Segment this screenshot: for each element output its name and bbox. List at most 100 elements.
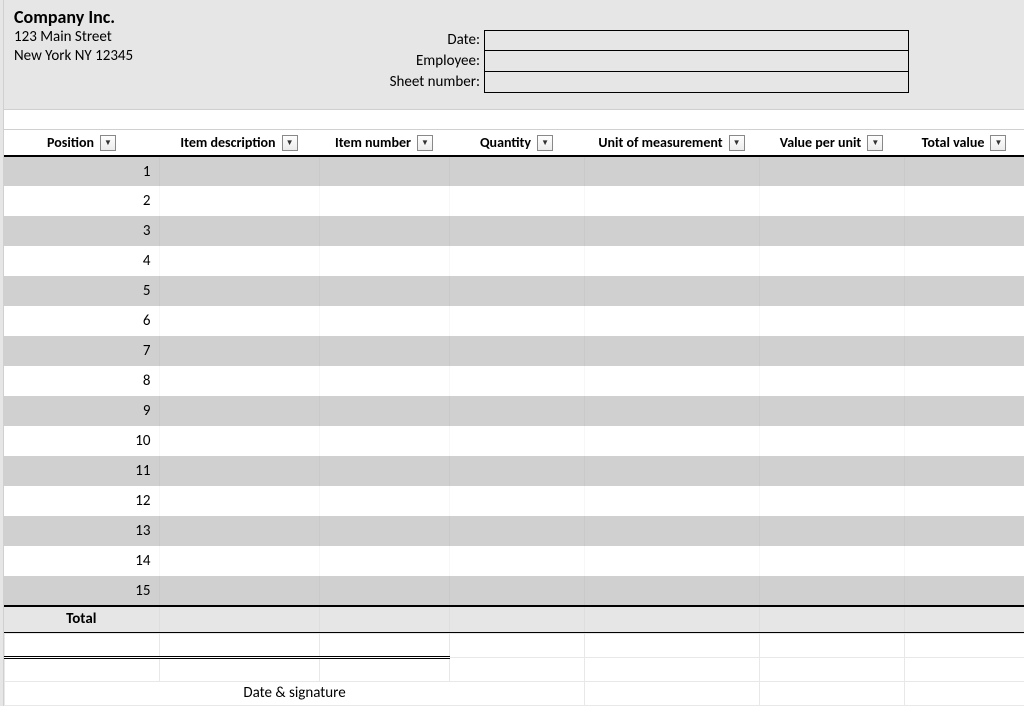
position-cell[interactable]: 4 [4, 246, 159, 276]
total-cell[interactable] [319, 606, 449, 632]
position-cell[interactable]: 5 [4, 276, 159, 306]
data-cell[interactable] [584, 516, 759, 546]
data-cell[interactable] [159, 156, 319, 186]
data-cell[interactable] [319, 306, 449, 336]
data-cell[interactable] [584, 366, 759, 396]
data-cell[interactable] [584, 456, 759, 486]
data-cell[interactable] [319, 546, 449, 576]
data-cell[interactable] [904, 486, 1024, 516]
data-cell[interactable] [159, 456, 319, 486]
employee-input[interactable] [484, 51, 909, 72]
data-cell[interactable] [319, 276, 449, 306]
data-cell[interactable] [904, 576, 1024, 606]
data-cell[interactable] [449, 186, 584, 216]
data-cell[interactable] [759, 546, 904, 576]
total-cell[interactable] [449, 606, 584, 632]
data-cell[interactable] [319, 396, 449, 426]
data-cell[interactable] [449, 516, 584, 546]
data-cell[interactable] [759, 336, 904, 366]
data-cell[interactable] [904, 186, 1024, 216]
data-cell[interactable] [904, 546, 1024, 576]
data-cell[interactable] [159, 576, 319, 606]
data-cell[interactable] [584, 246, 759, 276]
filter-dropdown-icon[interactable]: ▼ [990, 135, 1006, 151]
total-cell[interactable] [584, 606, 759, 632]
data-cell[interactable] [319, 516, 449, 546]
total-cell[interactable] [159, 606, 319, 632]
data-cell[interactable] [904, 516, 1024, 546]
data-cell[interactable] [584, 486, 759, 516]
data-cell[interactable] [584, 186, 759, 216]
position-cell[interactable]: 2 [4, 186, 159, 216]
data-cell[interactable] [759, 246, 904, 276]
filter-dropdown-icon[interactable]: ▼ [867, 135, 883, 151]
data-cell[interactable] [584, 276, 759, 306]
data-cell[interactable] [159, 426, 319, 456]
data-cell[interactable] [759, 486, 904, 516]
data-cell[interactable] [904, 156, 1024, 186]
total-cell[interactable] [759, 606, 904, 632]
data-cell[interactable] [904, 426, 1024, 456]
data-cell[interactable] [449, 486, 584, 516]
data-cell[interactable] [759, 306, 904, 336]
data-cell[interactable] [904, 216, 1024, 246]
filter-dropdown-icon[interactable]: ▼ [100, 135, 116, 151]
position-cell[interactable]: 11 [4, 456, 159, 486]
data-cell[interactable] [449, 456, 584, 486]
data-cell[interactable] [319, 156, 449, 186]
data-cell[interactable] [759, 366, 904, 396]
data-cell[interactable] [904, 306, 1024, 336]
data-cell[interactable] [449, 216, 584, 246]
data-cell[interactable] [449, 156, 584, 186]
data-cell[interactable] [904, 246, 1024, 276]
position-cell[interactable]: 8 [4, 366, 159, 396]
data-cell[interactable] [159, 186, 319, 216]
date-input[interactable] [484, 30, 909, 51]
position-cell[interactable]: 14 [4, 546, 159, 576]
data-cell[interactable] [759, 426, 904, 456]
data-cell[interactable] [584, 156, 759, 186]
data-cell[interactable] [584, 576, 759, 606]
data-cell[interactable] [904, 276, 1024, 306]
data-cell[interactable] [159, 336, 319, 366]
data-cell[interactable] [449, 276, 584, 306]
data-cell[interactable] [319, 366, 449, 396]
position-cell[interactable]: 1 [4, 156, 159, 186]
data-cell[interactable] [159, 486, 319, 516]
data-cell[interactable] [904, 366, 1024, 396]
sheet-number-input[interactable] [484, 72, 909, 93]
filter-dropdown-icon[interactable]: ▼ [282, 135, 298, 151]
data-cell[interactable] [904, 396, 1024, 426]
data-cell[interactable] [759, 186, 904, 216]
data-cell[interactable] [584, 306, 759, 336]
data-cell[interactable] [159, 216, 319, 246]
data-cell[interactable] [449, 576, 584, 606]
data-cell[interactable] [159, 516, 319, 546]
data-cell[interactable] [759, 516, 904, 546]
data-cell[interactable] [159, 246, 319, 276]
data-cell[interactable] [449, 366, 584, 396]
position-cell[interactable]: 6 [4, 306, 159, 336]
filter-dropdown-icon[interactable]: ▼ [729, 135, 745, 151]
data-cell[interactable] [449, 426, 584, 456]
position-cell[interactable]: 10 [4, 426, 159, 456]
data-cell[interactable] [159, 366, 319, 396]
position-cell[interactable]: 15 [4, 576, 159, 606]
data-cell[interactable] [319, 576, 449, 606]
position-cell[interactable]: 7 [4, 336, 159, 366]
position-cell[interactable]: 9 [4, 396, 159, 426]
data-cell[interactable] [759, 576, 904, 606]
data-cell[interactable] [584, 336, 759, 366]
data-cell[interactable] [584, 216, 759, 246]
data-cell[interactable] [449, 246, 584, 276]
data-cell[interactable] [319, 336, 449, 366]
data-cell[interactable] [319, 186, 449, 216]
data-cell[interactable] [904, 336, 1024, 366]
data-cell[interactable] [584, 546, 759, 576]
data-cell[interactable] [319, 426, 449, 456]
position-cell[interactable]: 3 [4, 216, 159, 246]
data-cell[interactable] [159, 546, 319, 576]
data-cell[interactable] [159, 396, 319, 426]
data-cell[interactable] [904, 456, 1024, 486]
data-cell[interactable] [759, 156, 904, 186]
